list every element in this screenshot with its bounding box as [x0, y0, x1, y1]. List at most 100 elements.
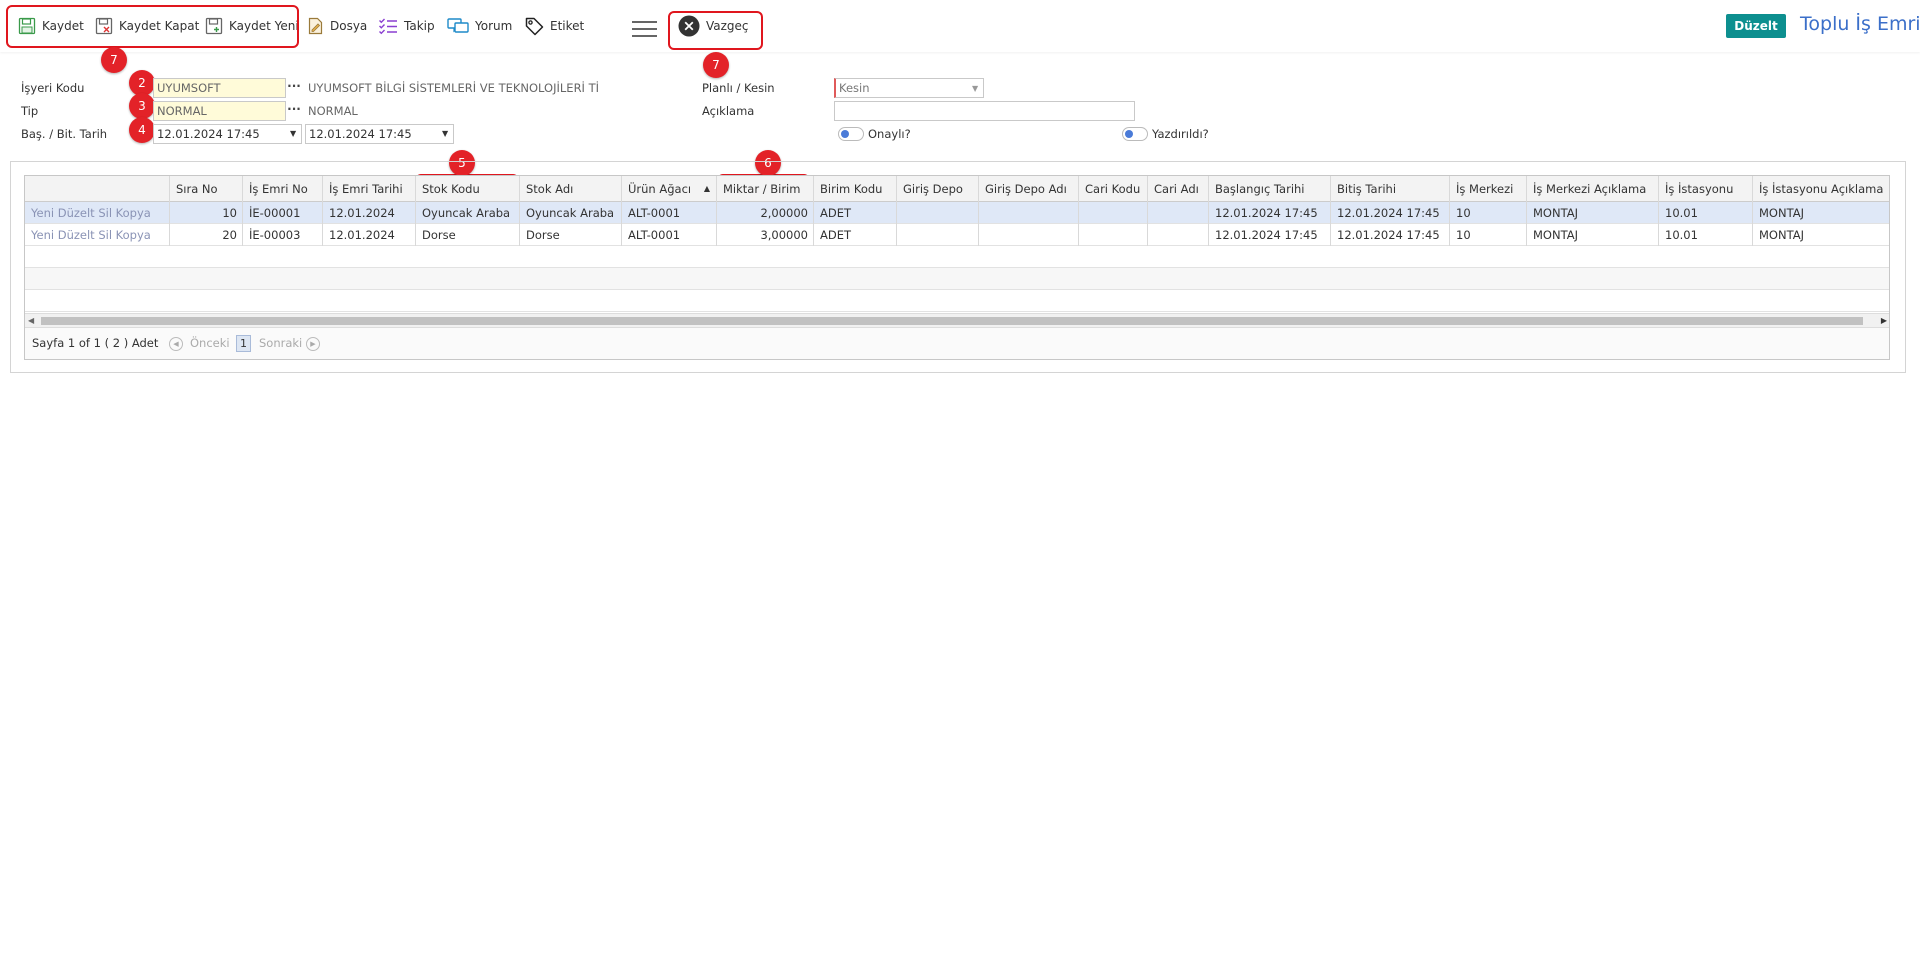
tag-icon: [525, 17, 544, 35]
column-header-quantity[interactable]: Miktar / Birim: [717, 176, 814, 202]
column-header-bom[interactable]: Ürün Ağacı ▲: [622, 176, 717, 202]
scroll-left-icon[interactable]: ◀: [28, 314, 34, 328]
next-page-icon[interactable]: ▶: [306, 337, 320, 351]
save-new-label: Kaydet Yeni: [229, 19, 299, 33]
planned-select[interactable]: Kesin: [834, 78, 984, 98]
column-header-unit[interactable]: Birim Kodu: [814, 176, 897, 202]
column-header-cust-code[interactable]: Cari Kodu: [1079, 176, 1148, 202]
column-header-in-wh[interactable]: Giriş Depo: [897, 176, 979, 202]
type-input[interactable]: NORMAL: [153, 101, 286, 121]
column-header-wo-no[interactable]: İş Emri No: [243, 176, 323, 202]
grid-header: Sıra No İş Emri No İş Emri Tarihi Stok K…: [25, 176, 1889, 202]
page-title: Toplu İş Emri: [1800, 13, 1920, 35]
cell-cust-code: [1079, 224, 1148, 246]
save-icon: [18, 17, 36, 35]
scrollbar-thumb[interactable]: [41, 317, 1863, 325]
previous-page-icon[interactable]: ◀: [169, 337, 183, 351]
column-header-stock-code[interactable]: Stok Kodu: [416, 176, 520, 202]
comment-label: Yorum: [475, 19, 513, 33]
approved-label: Onaylı?: [868, 127, 911, 141]
column-header-wo-date[interactable]: İş Emri Tarihi: [323, 176, 416, 202]
type-label: Tip: [21, 104, 39, 118]
row-actions-links[interactable]: Yeni Düzelt Sil Kopya: [25, 224, 170, 246]
workplace-lookup-button[interactable]: ···: [286, 78, 302, 98]
printed-label: Yazdırıldı?: [1152, 127, 1209, 141]
cell-wo-no: İE-00001: [243, 202, 323, 224]
menu-button[interactable]: [632, 17, 657, 41]
cell-ws: 10.01: [1659, 202, 1753, 224]
previous-page-button[interactable]: Önceki: [190, 336, 230, 350]
start-date-input[interactable]: 12.01.2024 17:45: [153, 124, 302, 144]
column-header-stock-name[interactable]: Stok Adı: [520, 176, 622, 202]
cell-quantity: 3,00000: [717, 224, 814, 246]
hamburger-menu-icon: [632, 21, 657, 37]
cell-wo-date: 12.01.2024: [323, 224, 416, 246]
edit-button[interactable]: Düzelt: [1726, 14, 1786, 38]
comment-button[interactable]: Yorum: [447, 14, 512, 38]
description-input[interactable]: [834, 101, 1135, 121]
save-new-button[interactable]: Kaydet Yeni: [205, 14, 299, 38]
cell-seq: 10: [170, 202, 243, 224]
cell-wc-desc: MONTAJ: [1527, 202, 1659, 224]
column-header-seq[interactable]: Sıra No: [170, 176, 243, 202]
column-header-in-wh-name[interactable]: Giriş Depo Adı: [979, 176, 1079, 202]
save-button[interactable]: Kaydet: [18, 14, 84, 38]
file-label: Dosya: [330, 19, 368, 33]
column-header-ws-desc[interactable]: İş İstasyonu Açıklama: [1753, 176, 1889, 202]
column-header-cust-name[interactable]: Cari Adı: [1148, 176, 1209, 202]
cell-stock-name: Dorse: [520, 224, 622, 246]
cell-cust-name: [1148, 202, 1209, 224]
column-header-actions: [25, 176, 170, 202]
row-actions-links[interactable]: Yeni Düzelt Sil Kopya: [25, 202, 170, 224]
cell-ws-desc: MONTAJ: [1759, 228, 1804, 242]
description-label: Açıklama: [702, 104, 755, 118]
type-lookup-button[interactable]: ···: [286, 101, 302, 121]
planned-dropdown-icon[interactable]: ▼: [972, 84, 978, 93]
cell-end: 12.01.2024 17:45: [1331, 224, 1450, 246]
next-page-button[interactable]: Sonraki: [259, 336, 302, 350]
current-page-number[interactable]: 1: [236, 335, 251, 352]
cell-in-wh: [897, 202, 979, 224]
cell-ws-desc: MONTAJ: [1759, 206, 1804, 220]
column-header-ws[interactable]: İş İstasyonu: [1659, 176, 1753, 202]
table-row[interactable]: Yeni Düzelt Sil Kopya 20 İE-00003 12.01.…: [25, 224, 1889, 246]
cell-wc: 10: [1450, 202, 1527, 224]
column-header-bom-label: Ürün Ağacı: [628, 182, 692, 196]
workplace-code-input[interactable]: UYUMSOFT: [153, 78, 286, 98]
save-close-button[interactable]: Kaydet Kapat: [95, 14, 199, 38]
tag-button[interactable]: Etiket: [525, 14, 584, 38]
cell-in-wh-name: [979, 224, 1079, 246]
tag-label: Etiket: [550, 19, 585, 33]
column-header-wc-desc[interactable]: İş Merkezi Açıklama: [1527, 176, 1659, 202]
table-row[interactable]: Yeni Düzelt Sil Kopya 10 İE-00001 12.01.…: [25, 202, 1889, 224]
comment-icon: [447, 18, 469, 33]
column-header-start[interactable]: Başlangıç Tarihi: [1209, 176, 1331, 202]
scroll-right-icon[interactable]: ▶: [1881, 314, 1887, 328]
track-label: Takip: [404, 19, 435, 33]
cell-cust-name: [1148, 224, 1209, 246]
approved-toggle[interactable]: [838, 127, 864, 141]
column-header-end[interactable]: Bitiş Tarihi: [1331, 176, 1450, 202]
file-button[interactable]: Dosya: [307, 14, 367, 38]
planned-label: Planlı / Kesin: [702, 81, 775, 95]
horizontal-scrollbar[interactable]: ◀ ▶: [25, 313, 1889, 328]
track-button[interactable]: Takip: [378, 14, 435, 38]
work-order-grid: Sıra No İş Emri No İş Emri Tarihi Stok K…: [24, 175, 1890, 360]
cell-cust-code: [1079, 202, 1148, 224]
cancel-button[interactable]: Vazgeç: [678, 14, 749, 38]
cell-stock-code: Oyuncak Araba: [416, 202, 520, 224]
annotation-badge: 4: [129, 117, 155, 143]
start-date-dropdown-icon[interactable]: ▼: [290, 129, 296, 138]
end-date-dropdown-icon[interactable]: ▼: [442, 129, 448, 138]
printed-toggle[interactable]: [1122, 127, 1148, 141]
column-header-wc[interactable]: İş Merkezi: [1450, 176, 1527, 202]
annotation-badge: 7: [703, 52, 729, 78]
cell-stock-code: Dorse: [416, 224, 520, 246]
annotation-badge: 7: [101, 47, 127, 73]
end-date-input[interactable]: 12.01.2024 17:45: [305, 124, 454, 144]
cell-in-wh-name: [979, 202, 1079, 224]
save-close-icon: [95, 17, 113, 35]
cell-seq: 20: [170, 224, 243, 246]
cell-unit: ADET: [814, 202, 897, 224]
workplace-description: UYUMSOFT BİLGİ SİSTEMLERİ VE TEKNOLOJİLE…: [308, 81, 600, 95]
